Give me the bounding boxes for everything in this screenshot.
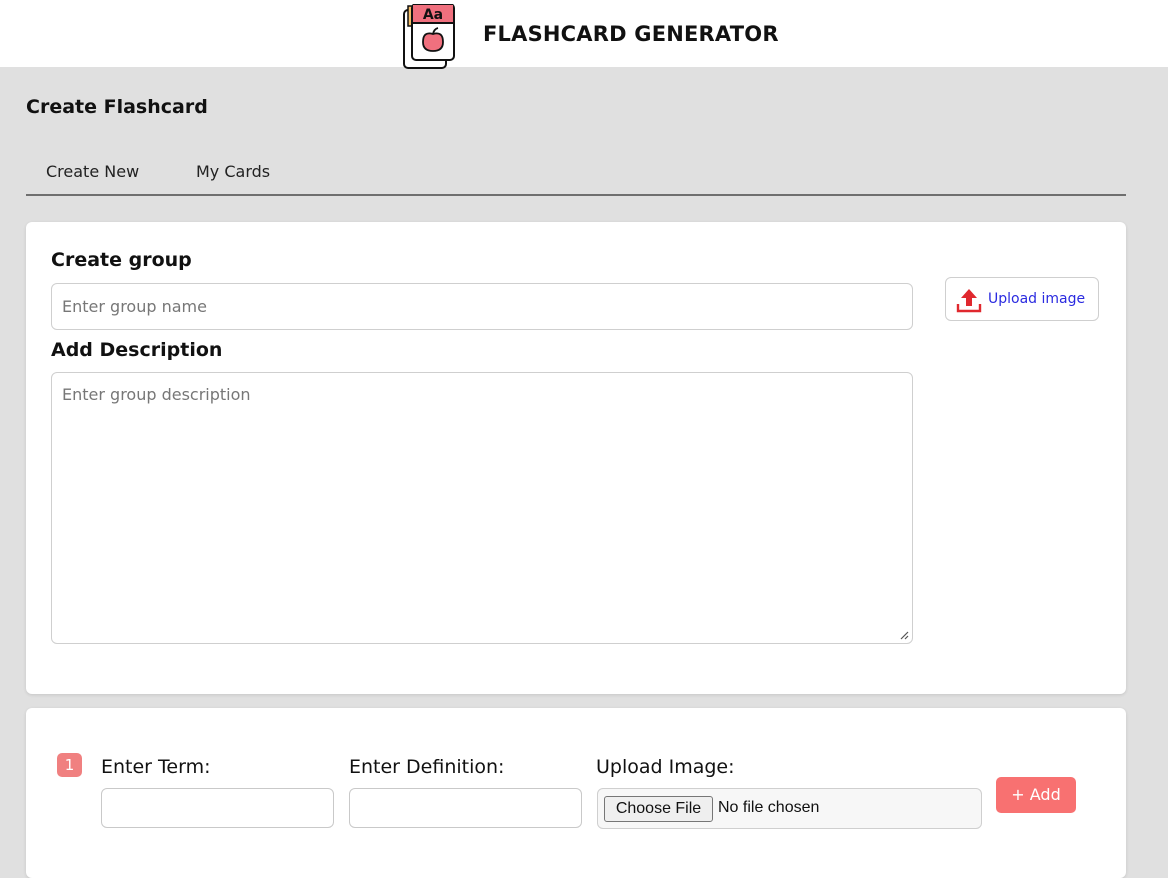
- page-title: Create Flashcard: [26, 96, 208, 118]
- top-bar: Aa FLASHCARD GENERATOR: [0, 0, 1168, 69]
- upload-image-label: Upload image: [988, 291, 1086, 307]
- resize-handle[interactable]: [899, 630, 909, 640]
- choose-file-button[interactable]: Choose File: [604, 796, 713, 822]
- flashcard-apple-icon: Aa: [403, 4, 455, 69]
- term-number-badge: 1: [57, 753, 82, 777]
- definition-input[interactable]: [349, 788, 582, 828]
- group-form-card: Create group Add Description Upload imag…: [26, 222, 1126, 694]
- add-term-button[interactable]: + Add: [996, 777, 1076, 813]
- term-form-card: 1 Enter Term: Enter Definition: Upload I…: [26, 708, 1126, 878]
- group-name-input[interactable]: [51, 283, 913, 330]
- definition-label: Enter Definition:: [349, 756, 505, 778]
- group-name-label: Create group: [51, 249, 192, 271]
- app-title: FLASHCARD GENERATOR: [483, 22, 779, 46]
- tab-bar: Create New My Cards: [26, 150, 1126, 196]
- file-status-text: No file chosen: [718, 799, 820, 816]
- tab-my-cards[interactable]: My Cards: [196, 162, 270, 181]
- term-label: Enter Term:: [101, 756, 211, 778]
- upload-image-field-label: Upload Image:: [596, 756, 735, 778]
- upload-image-button[interactable]: Upload image: [945, 277, 1099, 321]
- logo-text: Aa: [423, 7, 443, 23]
- tab-create-new[interactable]: Create New: [46, 162, 139, 181]
- file-input: Choose File No file chosen: [597, 788, 982, 829]
- term-input[interactable]: [101, 788, 334, 828]
- description-label: Add Description: [51, 339, 223, 361]
- upload-icon: [956, 289, 982, 313]
- group-description-input[interactable]: [51, 372, 913, 644]
